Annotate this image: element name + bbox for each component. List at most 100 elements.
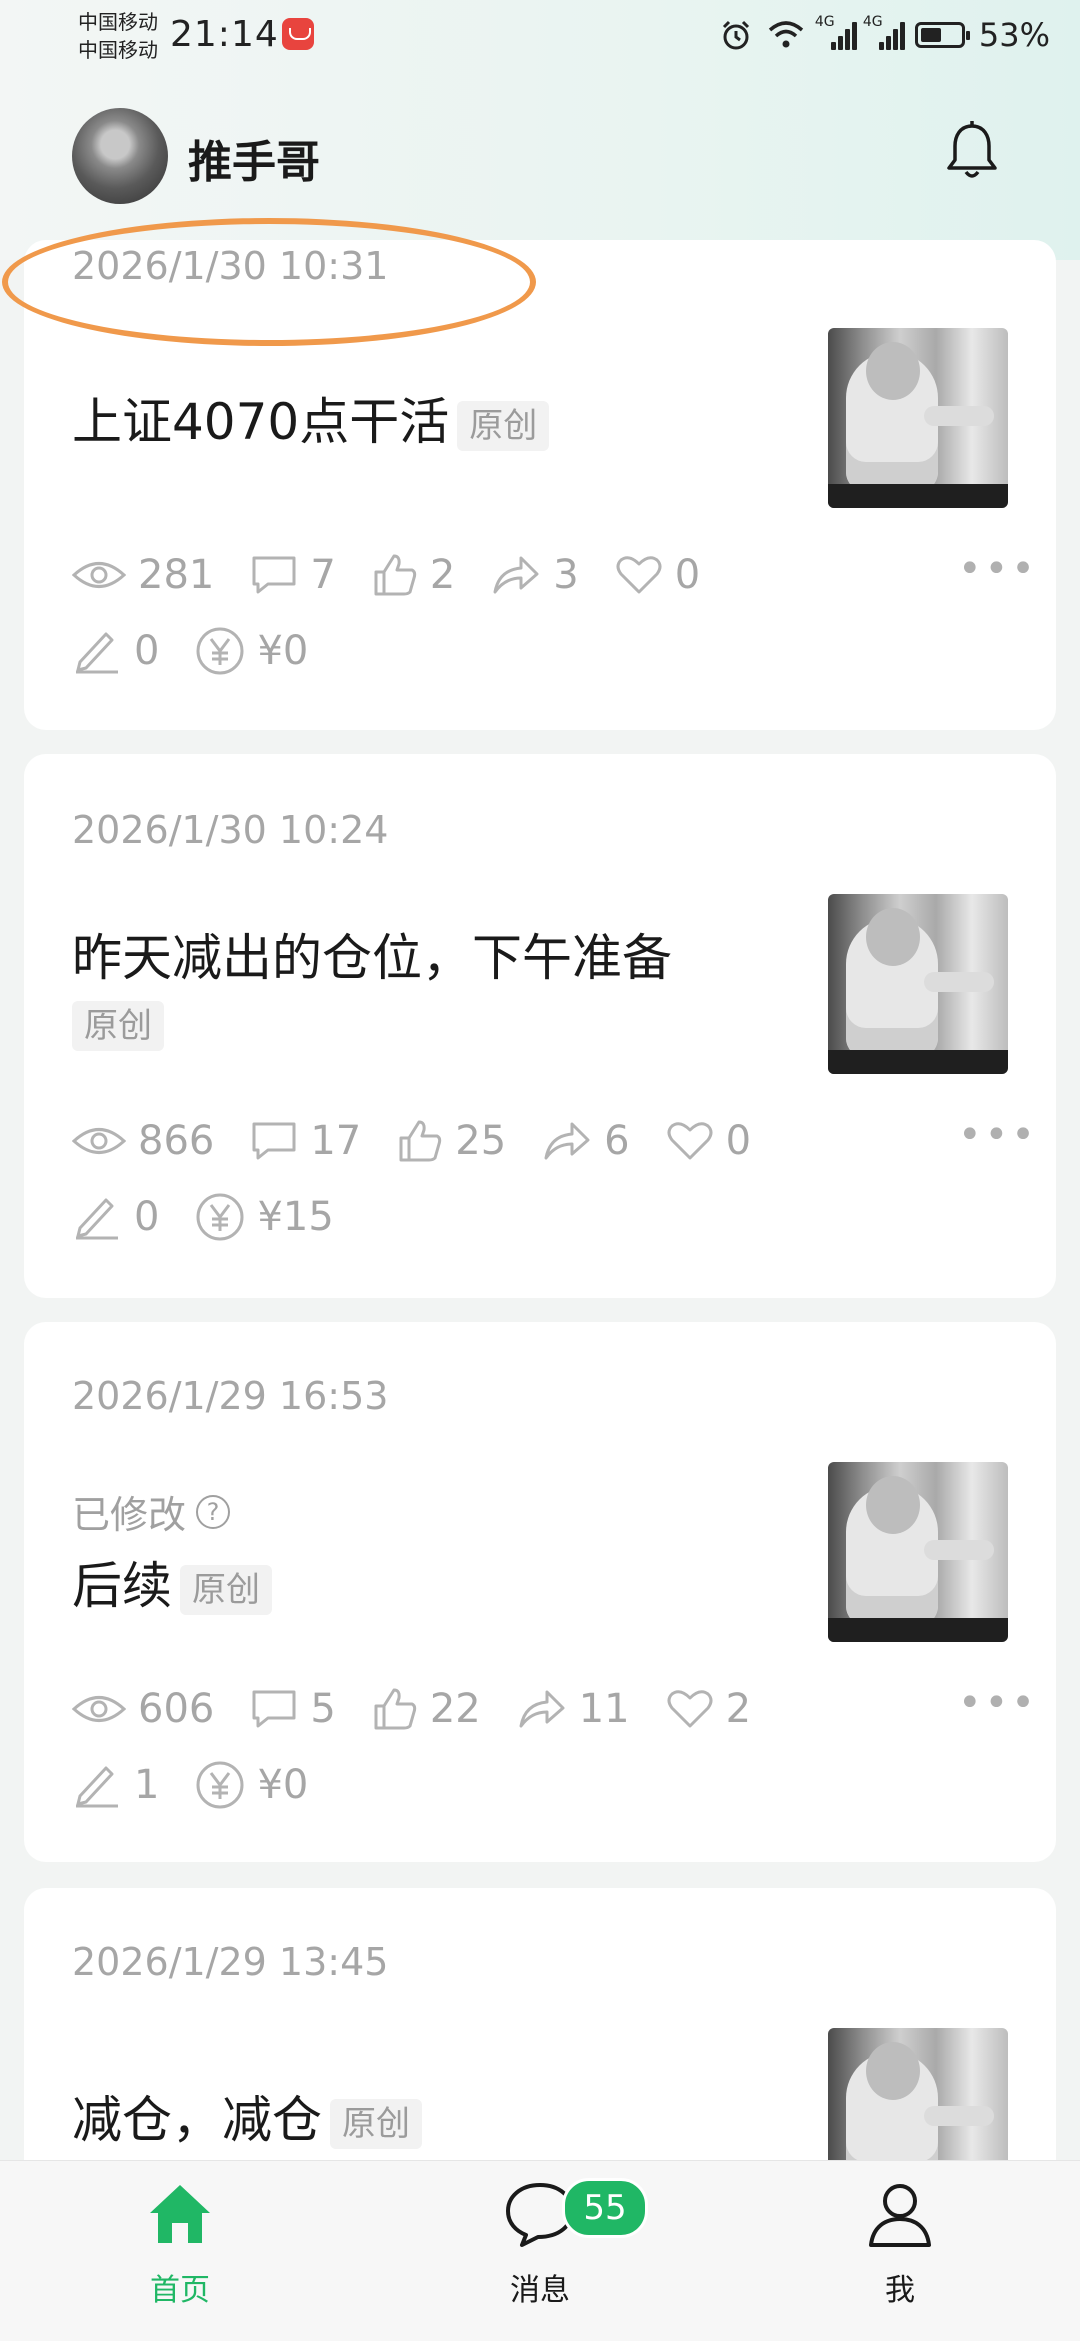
edits-stat: 0 bbox=[72, 628, 159, 674]
username[interactable]: 推手哥 bbox=[188, 126, 320, 190]
shares-stat[interactable]: 11 bbox=[517, 1686, 630, 1732]
favorites-count: 0 bbox=[674, 552, 701, 598]
favorites-stat[interactable]: 2 bbox=[666, 1686, 751, 1732]
heart-icon bbox=[667, 1122, 713, 1160]
post-date: 2026/1/30 10:24 bbox=[72, 808, 389, 852]
messages-badge: 55 bbox=[562, 2178, 648, 2238]
battery-percent: 53% bbox=[978, 16, 1050, 54]
likes-stat[interactable]: 2 bbox=[372, 552, 455, 598]
share-icon bbox=[544, 1122, 590, 1160]
signal-icon-1: 4G bbox=[815, 14, 857, 50]
highlight-ring bbox=[2, 218, 536, 346]
network-type-2: 4G bbox=[862, 14, 883, 30]
thumb-up-icon bbox=[399, 1120, 442, 1162]
comments-count: 5 bbox=[310, 1686, 336, 1732]
battery-icon bbox=[914, 22, 970, 48]
views-count: 866 bbox=[138, 1118, 215, 1164]
post-title-text: 昨天减出的仓位，下午准备 bbox=[72, 929, 672, 987]
likes-count: 2 bbox=[429, 552, 456, 598]
comments-stat[interactable]: 17 bbox=[250, 1118, 361, 1164]
reward-stat: ¥0 bbox=[195, 1760, 308, 1810]
yuan-icon bbox=[196, 1193, 244, 1241]
bell-icon[interactable] bbox=[944, 120, 1000, 184]
views-count: 606 bbox=[138, 1686, 215, 1732]
post-card[interactable]: 2026/1/30 10:24 昨天减出的仓位，下午准备 原创 866 17 2… bbox=[24, 754, 1056, 1298]
stats-row: 281 7 2 3 0 bbox=[72, 550, 736, 600]
favorites-count: 2 bbox=[725, 1686, 752, 1732]
more-icon[interactable]: ••• bbox=[958, 546, 1038, 592]
comment-icon bbox=[252, 1690, 296, 1728]
shares-stat[interactable]: 3 bbox=[491, 552, 579, 598]
original-tag: 原创 bbox=[72, 1000, 164, 1051]
shares-count: 3 bbox=[553, 552, 579, 598]
more-icon[interactable]: ••• bbox=[958, 1680, 1038, 1726]
likes-count: 22 bbox=[429, 1686, 481, 1732]
favorites-count: 0 bbox=[725, 1118, 752, 1164]
stats-row: 606 5 22 11 2 bbox=[72, 1684, 787, 1734]
eye-icon bbox=[72, 1128, 126, 1154]
post-thumbnail[interactable] bbox=[828, 894, 1008, 1074]
more-icon[interactable]: ••• bbox=[958, 1112, 1038, 1158]
likes-count: 25 bbox=[455, 1118, 507, 1164]
nav-messages-label: 消息 bbox=[510, 2273, 570, 2308]
avatar[interactable] bbox=[72, 108, 168, 204]
help-icon[interactable]: ? bbox=[196, 1494, 231, 1529]
post-card[interactable]: 2026/1/29 16:53 已修改 ? 后续 原创 606 5 22 11 2… bbox=[24, 1322, 1056, 1862]
post-title-text: 上证4070点干活 bbox=[72, 393, 450, 451]
nav-home[interactable] bbox=[80, 2179, 280, 2253]
comments-stat[interactable]: 7 bbox=[250, 552, 336, 598]
comment-icon bbox=[252, 1122, 296, 1160]
post-title[interactable]: 减仓，减仓 原创 bbox=[72, 2088, 832, 2152]
post-title[interactable]: 后续 原创 bbox=[72, 1554, 832, 1618]
heart-icon bbox=[667, 1690, 713, 1728]
carrier-2: 中国移动 bbox=[78, 38, 158, 62]
shares-count: 6 bbox=[604, 1118, 630, 1164]
post-title[interactable]: 上证4070点干活 原创 bbox=[72, 390, 832, 454]
thumb-up-icon bbox=[374, 1688, 416, 1730]
stats-row-2: 0 ¥0 bbox=[72, 626, 344, 676]
post-title[interactable]: 昨天减出的仓位，下午准备 原创 bbox=[72, 926, 832, 1054]
post-title-text: 减仓，减仓 bbox=[72, 2091, 322, 2149]
post-title-text: 后续 bbox=[72, 1557, 172, 1615]
edits-stat: 1 bbox=[72, 1762, 159, 1808]
thumb-up-icon bbox=[374, 554, 416, 596]
likes-stat[interactable]: 25 bbox=[397, 1118, 506, 1164]
pencil-icon bbox=[76, 1198, 118, 1240]
views-stat: 866 bbox=[72, 1118, 214, 1164]
views-count: 281 bbox=[138, 552, 215, 598]
status-time: 21:14 bbox=[170, 14, 279, 55]
stats-row-2: 1 ¥0 bbox=[72, 1760, 344, 1810]
nav-me[interactable] bbox=[800, 2179, 1000, 2253]
post-thumbnail[interactable] bbox=[828, 1462, 1008, 1642]
edits-count: 1 bbox=[134, 1762, 160, 1808]
favorites-stat[interactable]: 0 bbox=[666, 1118, 751, 1164]
reward-stat: ¥15 bbox=[195, 1192, 334, 1242]
post-card[interactable]: 2026/1/29 13:45 减仓，减仓 原创 bbox=[24, 1888, 1056, 2208]
share-icon bbox=[519, 1690, 565, 1728]
eye-icon bbox=[72, 562, 126, 588]
reward-amount: ¥0 bbox=[257, 628, 309, 674]
battery-fill bbox=[920, 28, 941, 42]
shares-count: 11 bbox=[578, 1686, 630, 1732]
status-icons: 4G 4G 53% bbox=[719, 14, 1050, 56]
comment-icon bbox=[252, 556, 296, 594]
comments-stat[interactable]: 5 bbox=[250, 1686, 336, 1732]
carriers: 中国移动 中国移动 bbox=[78, 8, 158, 64]
edits-count: 0 bbox=[134, 628, 160, 674]
favorites-stat[interactable]: 0 bbox=[615, 552, 700, 598]
heart-icon bbox=[616, 556, 662, 594]
original-tag: 原创 bbox=[180, 1564, 272, 1615]
profile-header: 推手哥 bbox=[0, 100, 1080, 210]
status-bar: 中国移动 中国移动 21:14 4G 4G 53% bbox=[0, 0, 1080, 80]
shares-stat[interactable]: 6 bbox=[542, 1118, 630, 1164]
edits-count: 0 bbox=[134, 1194, 160, 1240]
post-date: 2026/1/29 16:53 bbox=[72, 1374, 389, 1418]
comments-count: 7 bbox=[310, 552, 336, 598]
post-thumbnail[interactable] bbox=[828, 328, 1008, 508]
eye-icon bbox=[72, 1696, 126, 1722]
edits-stat: 0 bbox=[72, 1194, 159, 1240]
likes-stat[interactable]: 22 bbox=[372, 1686, 481, 1732]
nav-home-label: 首页 bbox=[150, 2273, 210, 2308]
alarm-icon bbox=[722, 20, 749, 50]
carrier-1: 中国移动 bbox=[78, 10, 158, 34]
